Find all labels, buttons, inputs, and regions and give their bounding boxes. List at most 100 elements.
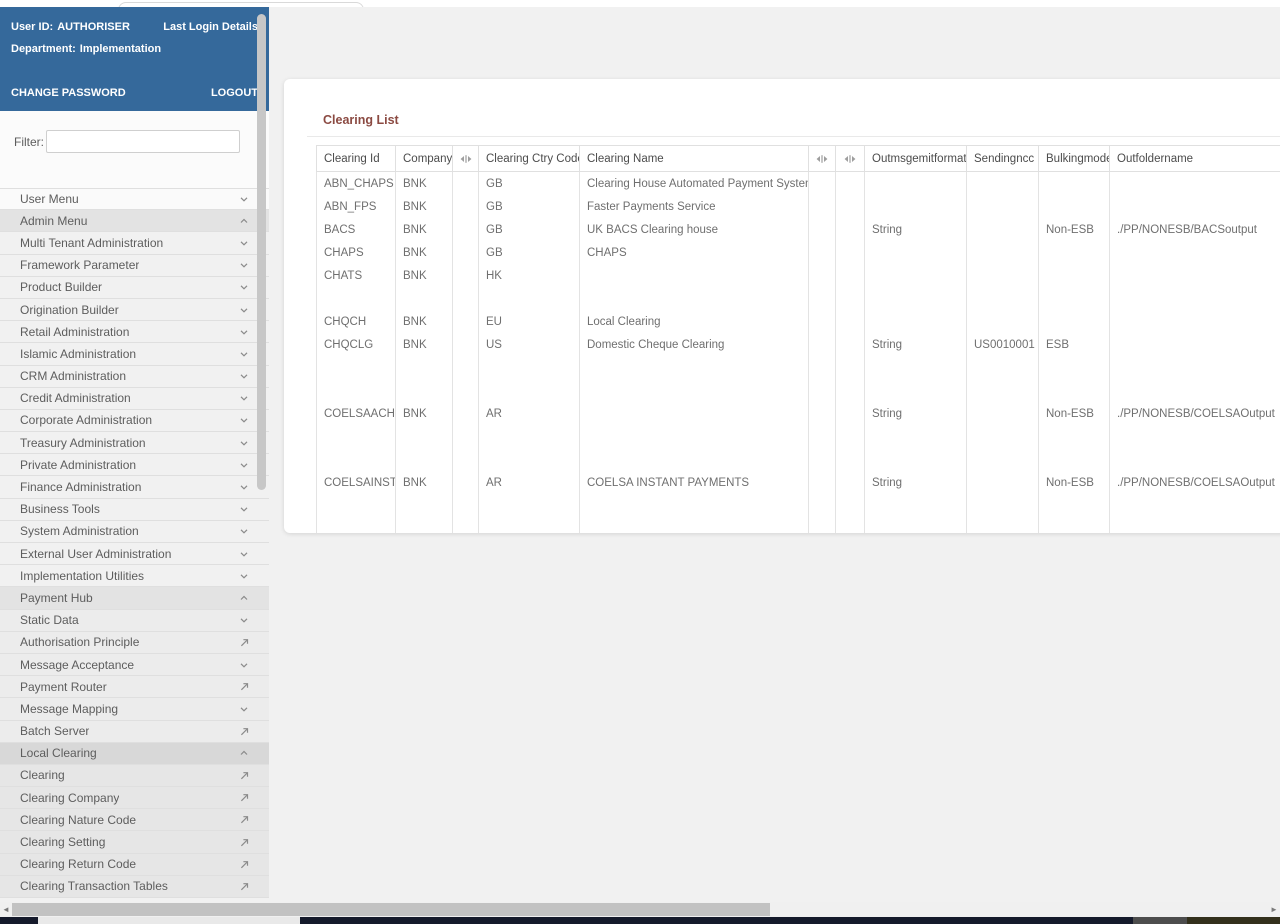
cell-resize_1 [452,195,478,218]
sidebar-item-clearing[interactable]: Clearing [0,764,269,788]
sidebar-item-batch-server[interactable]: Batch Server [0,720,269,743]
cell-clearing_ctry_code: US [478,333,579,402]
table-row[interactable]: CHQCH BNK EU Local Clearing [316,310,1280,333]
cell-resize_2 [808,402,835,471]
cell-clearing_id: BACS [316,218,395,241]
sidebar-item-clearing-return-code[interactable]: Clearing Return Code [0,853,269,876]
sidebar-item-clearing-transaction-tables[interactable]: Clearing Transaction Tables [0,875,269,898]
table-row[interactable]: BACS BNK GB UK BACS Clearing house String Non… [316,218,1280,241]
menu-item-label: User Menu [20,192,79,207]
cell-clearing_ctry_code: AR [478,402,579,471]
sidebar-item-treasury-administration[interactable]: Treasury Administration [0,432,269,455]
sidebar-item-payment-hub[interactable]: Payment Hub [0,587,269,610]
sidebar-item-private-administration[interactable]: Private Administration [0,454,269,477]
sidebar-item-implementation-utilities[interactable]: Implementation Utilities [0,565,269,588]
sidebar-item-clearing-company[interactable]: Clearing Company [0,787,269,810]
sidebar-item-credit-administration[interactable]: Credit Administration [0,387,269,410]
column-header-bulkingmode[interactable]: Bulkingmode [1038,146,1109,171]
chevron-up-icon [240,750,248,756]
column-resize-handle[interactable] [808,146,835,171]
last-login-details-link[interactable]: Last Login Details [163,21,258,33]
scroll-right-icon[interactable]: ► [1268,902,1280,917]
sidebar-item-message-acceptance[interactable]: Message Acceptance [0,653,269,677]
cell-bulkingmode [1038,264,1109,310]
sidebar-item-retail-administration[interactable]: Retail Administration [0,321,269,344]
column-header-sendingncc[interactable]: Sendingncc [966,146,1038,171]
cell-outmsgemitformat [864,195,966,218]
chevron-down-icon [240,374,248,379]
sidebar-item-corporate-administration[interactable]: Corporate Administration [0,409,269,433]
cell-resize_1 [452,264,478,310]
sidebar-item-origination-builder[interactable]: Origination Builder [0,298,269,322]
cell-outmsgemitformat: String [864,471,966,533]
cell-outfoldername [1109,241,1280,264]
cell-outfoldername: ./PP/NONESB/COELSAOutput [1109,471,1280,533]
sidebar-item-authorisation-principle[interactable]: Authorisation Principle [0,631,269,654]
cell-outfoldername: ./PP/NONESB/BACSoutput [1109,218,1280,241]
bottom-strip-olive-segment [1187,917,1280,924]
cell-resize_3 [835,402,864,471]
table-row[interactable]: CHAPS BNK GB CHAPS [316,241,1280,264]
open-in-new-icon [240,683,249,691]
filter-input[interactable] [46,130,240,153]
cell-bulkingmode: Non-ESB [1038,471,1109,533]
column-header-clearing_name[interactable]: Clearing Name [579,146,808,171]
sidebar-item-message-mapping[interactable]: Message Mapping [0,698,269,721]
filter-label: Filter: [14,135,44,149]
chevron-down-icon [240,574,248,579]
table-row[interactable]: ABN_CHAPS BNK GB Clearing House Automated P… [316,172,1280,195]
chevron-down-icon [240,418,248,424]
sidebar-item-multi-tenant-administration[interactable]: Multi Tenant Administration [0,232,269,255]
column-header-clearing_id[interactable]: Clearing Id [316,146,395,171]
table-row[interactable]: COELSAACH BNK AR String Non-ESB ./PP/NONESB/C… [316,402,1280,471]
table-row[interactable]: COELSAINST BNK AR COELSA INSTANT PAYMENTS St… [316,471,1280,533]
cell-resize_2 [808,471,835,533]
sidebar-item-static-data[interactable]: Static Data [0,609,269,632]
sidebar-item-business-tools[interactable]: Business Tools [0,498,269,521]
menu-item-label: Retail Administration [20,324,130,339]
menu-item-label: Authorisation Principle [20,635,140,650]
column-header-clearing_ctry_code[interactable]: Clearing Ctry Code [478,146,579,171]
menu-item-label: Message Acceptance [20,657,135,672]
sidebar-item-framework-parameter[interactable]: Framework Parameter [0,254,269,277]
horizontal-scrollbar-thumb[interactable] [12,903,770,916]
column-header-outfoldername[interactable]: Outfoldername [1109,146,1280,171]
sidebar-item-external-user-administration[interactable]: External User Administration [0,543,269,566]
table-row[interactable]: CHQCLG BNK US Domestic Cheque Clearing Strin… [316,333,1280,402]
sidebar-item-product-builder[interactable]: Product Builder [0,276,269,299]
cell-clearing_id: ABN_CHAPS [316,172,395,195]
chevron-down-icon [240,551,248,557]
change-password-link[interactable]: CHANGE PASSWORD [11,87,126,99]
cell-clearing_ctry_code: GB [478,218,579,241]
cell-resize_3 [835,172,864,195]
bottom-edge-strip [0,917,1280,924]
bottom-strip-light-segment [38,917,300,924]
chevron-down-icon [240,307,248,313]
cell-sendingncc [966,195,1038,218]
sidebar-item-local-clearing[interactable]: Local Clearing [0,742,269,765]
column-resize-handle[interactable] [452,146,478,171]
sidebar-item-system-administration[interactable]: System Administration [0,520,269,543]
sidebar-item-clearing-nature-code[interactable]: Clearing Nature Code [0,809,269,832]
cell-sendingncc [966,310,1038,333]
table-row[interactable]: ABN_FPS BNK GB Faster Payments Service [316,195,1280,218]
sidebar-item-finance-administration[interactable]: Finance Administration [0,476,269,499]
cell-sendingncc [966,218,1038,241]
sidebar-item-islamic-administration[interactable]: Islamic Administration [0,343,269,366]
sidebar-item-user-menu[interactable]: User Menu [0,188,269,211]
table-row[interactable]: CHATS BNK HK [316,264,1280,310]
open-in-new-icon [240,860,249,868]
cell-clearing_name: Domestic Cheque Clearing [579,333,808,402]
column-header-company[interactable]: Company [395,146,452,171]
sidebar-item-payment-router[interactable]: Payment Router [0,676,269,699]
sidebar-item-clearing-setting[interactable]: Clearing Setting [0,831,269,854]
logout-link[interactable]: LOGOUT [211,87,258,99]
cell-resize_3 [835,218,864,241]
department: Department: Implementation [11,43,165,55]
sidebar-item-crm-administration[interactable]: CRM Administration [0,365,269,388]
scroll-left-icon[interactable]: ◄ [0,902,12,917]
sidebar-item-admin-menu[interactable]: Admin Menu [0,210,269,233]
column-header-outmsgemitformat[interactable]: Outmsgemitformat [864,146,966,171]
sidebar-scrollbar-thumb[interactable] [257,14,266,490]
column-resize-handle[interactable] [835,146,864,171]
